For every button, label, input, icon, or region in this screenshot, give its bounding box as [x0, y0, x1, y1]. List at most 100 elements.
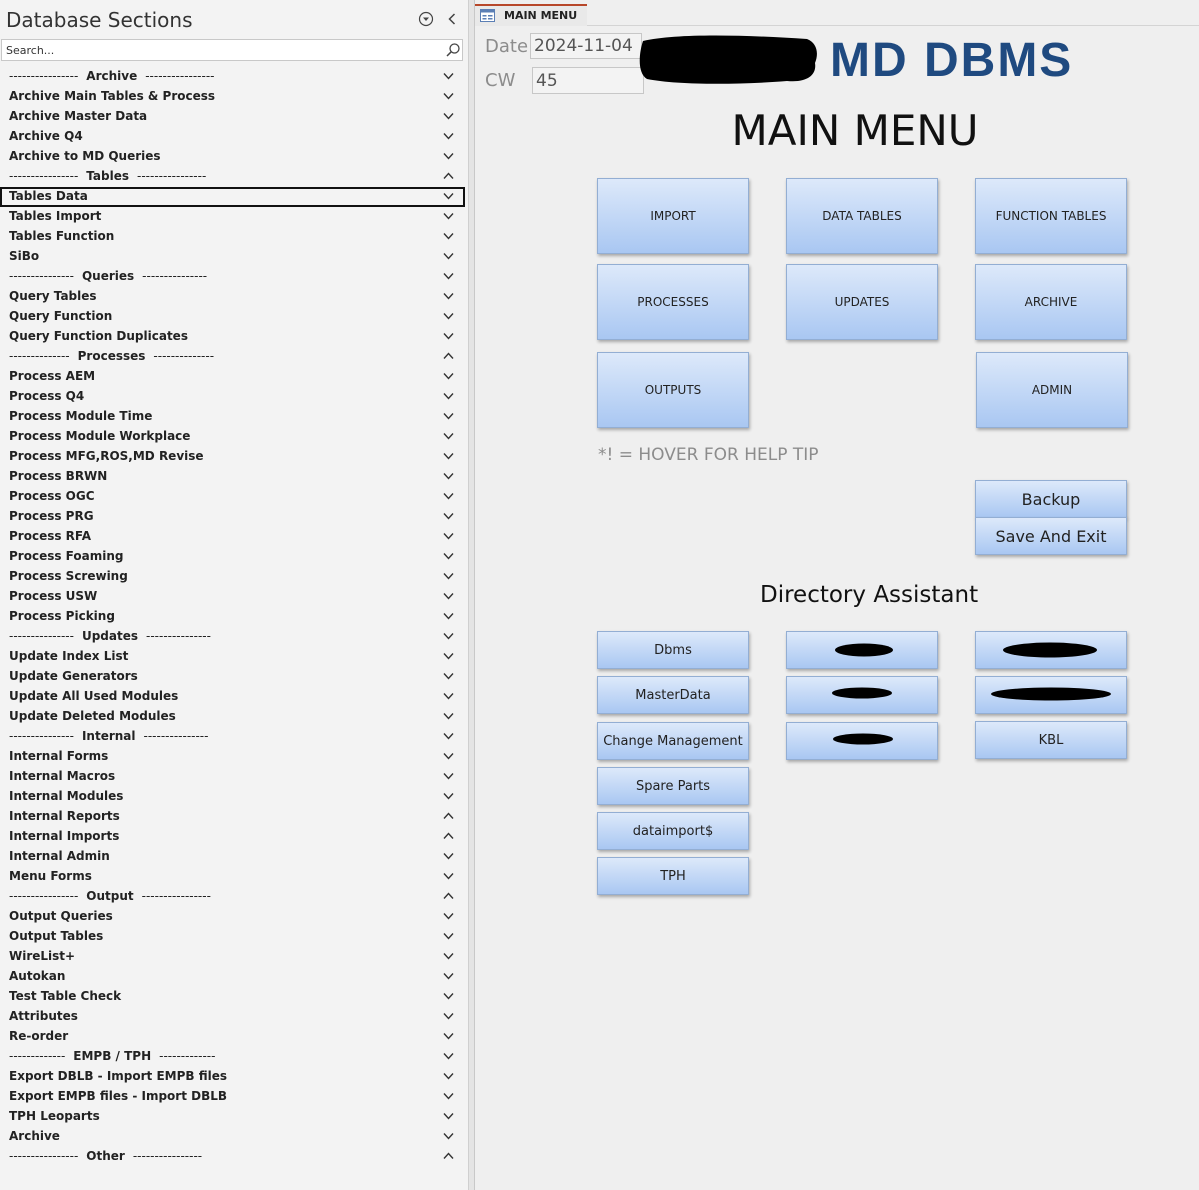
nav-group-item[interactable]: Internal Reports — [0, 807, 466, 827]
nav-group-item[interactable]: Process Module Workplace — [0, 427, 466, 447]
change-management-folder-button[interactable]: Change Management — [597, 722, 749, 760]
nav-group-item[interactable]: Archive Main Tables & Process — [0, 87, 466, 107]
chevron-down-icon[interactable] — [443, 912, 454, 920]
nav-group-item[interactable]: Export EMPB files - Import DBLB — [0, 1087, 466, 1107]
dataimport-folder-button[interactable]: dataimport$ — [597, 812, 749, 850]
chevron-down-icon[interactable] — [443, 512, 454, 520]
chevron-down-icon[interactable] — [443, 632, 454, 640]
nav-group-item[interactable]: Query Function — [0, 307, 466, 327]
chevron-down-icon[interactable] — [443, 152, 454, 160]
nav-group-item[interactable]: Attributes — [0, 1007, 466, 1027]
import-button[interactable]: IMPORT — [597, 178, 749, 254]
chevron-down-icon[interactable] — [443, 732, 454, 740]
chevron-down-icon[interactable] — [443, 412, 454, 420]
chevron-up-icon[interactable] — [443, 892, 454, 900]
nav-group-item[interactable]: Archive Master Data — [0, 107, 466, 127]
nav-group-item[interactable]: Process OGC — [0, 487, 466, 507]
kbl-folder-button[interactable]: KBL — [975, 721, 1127, 759]
nav-group-item[interactable]: Process Picking — [0, 607, 466, 627]
nav-group-separator[interactable]: ---------------- Output ---------------- — [0, 887, 466, 907]
nav-group-item[interactable]: Update Index List — [0, 647, 466, 667]
nav-group-item[interactable]: Autokan — [0, 967, 466, 987]
redacted-folder-button[interactable] — [786, 631, 938, 669]
nav-group-item[interactable]: Process MFG,ROS,MD Revise — [0, 447, 466, 467]
chevron-down-icon[interactable] — [443, 272, 454, 280]
nav-group-item[interactable]: Process Foaming — [0, 547, 466, 567]
nav-group-item[interactable]: Output Tables — [0, 927, 466, 947]
nav-group-item[interactable]: Test Table Check — [0, 987, 466, 1007]
nav-group-item[interactable]: Output Queries — [0, 907, 466, 927]
chevron-down-icon[interactable] — [443, 312, 454, 320]
redacted-folder-button[interactable] — [786, 676, 938, 714]
redacted-folder-button[interactable] — [786, 722, 938, 760]
nav-group-item[interactable]: Process USW — [0, 587, 466, 607]
chevron-down-icon[interactable] — [443, 72, 454, 80]
nav-group-item[interactable]: Internal Admin — [0, 847, 466, 867]
tph-folder-button[interactable]: TPH — [597, 857, 749, 895]
chevron-down-icon[interactable] — [443, 1112, 454, 1120]
nav-group-item[interactable]: Query Function Duplicates — [0, 327, 466, 347]
nav-search-input[interactable] — [6, 42, 436, 58]
chevron-down-icon[interactable] — [443, 592, 454, 600]
nav-group-item[interactable]: Internal Imports — [0, 827, 466, 847]
cw-field[interactable]: 45 — [532, 67, 644, 94]
redacted-folder-button[interactable] — [975, 631, 1127, 669]
nav-group-item[interactable]: Re-order — [0, 1027, 466, 1047]
chevron-down-icon[interactable] — [443, 492, 454, 500]
chevron-down-icon[interactable] — [443, 552, 454, 560]
spare-parts-folder-button[interactable]: Spare Parts — [597, 767, 749, 805]
nav-group-separator[interactable]: --------------- Updates --------------- — [0, 627, 466, 647]
nav-group-separator[interactable]: --------------- Queries --------------- — [0, 267, 466, 287]
backup-button[interactable]: Backup — [975, 480, 1127, 518]
chevron-down-icon[interactable] — [443, 472, 454, 480]
nav-group-item[interactable]: Tables Function — [0, 227, 466, 247]
save-and-exit-button[interactable]: Save And Exit — [975, 517, 1127, 555]
nav-group-item[interactable]: Archive to MD Queries — [0, 147, 466, 167]
nav-group-item[interactable]: Update All Used Modules — [0, 687, 466, 707]
chevron-down-icon[interactable] — [443, 1032, 454, 1040]
chevron-down-icon[interactable] — [443, 1012, 454, 1020]
chevron-down-icon[interactable] — [443, 1072, 454, 1080]
chevron-down-icon[interactable] — [443, 192, 454, 200]
nav-group-item[interactable]: Update Deleted Modules — [0, 707, 466, 727]
chevron-down-icon[interactable] — [443, 952, 454, 960]
chevron-down-icon[interactable] — [443, 692, 454, 700]
nav-group-item[interactable]: Archive Q4 — [0, 127, 466, 147]
chevron-down-icon[interactable] — [443, 392, 454, 400]
chevron-down-icon[interactable] — [443, 652, 454, 660]
nav-group-item[interactable]: Menu Forms — [0, 867, 466, 887]
nav-group-separator[interactable]: -------------- Processes -------------- — [0, 347, 466, 367]
chevron-down-icon[interactable] — [443, 212, 454, 220]
admin-button[interactable]: ADMIN — [976, 352, 1128, 428]
chevron-down-icon[interactable] — [443, 712, 454, 720]
redacted-folder-button[interactable] — [975, 676, 1127, 714]
chevron-down-icon[interactable] — [443, 292, 454, 300]
chevron-down-icon[interactable] — [443, 332, 454, 340]
processes-button[interactable]: PROCESSES — [597, 264, 749, 340]
chevron-up-icon[interactable] — [443, 352, 454, 360]
nav-group-item[interactable]: Process Screwing — [0, 567, 466, 587]
nav-group-item[interactable]: Query Tables — [0, 287, 466, 307]
chevron-down-icon[interactable] — [443, 872, 454, 880]
nav-group-separator[interactable]: ---------------- Other ---------------- — [0, 1147, 466, 1167]
chevron-down-icon[interactable] — [443, 112, 454, 120]
nav-group-item[interactable]: Process Module Time — [0, 407, 466, 427]
chevron-down-icon[interactable] — [443, 672, 454, 680]
nav-group-item[interactable]: Process Q4 — [0, 387, 466, 407]
nav-group-separator[interactable]: ---------------- Archive ---------------- — [0, 67, 466, 87]
chevron-down-icon[interactable] — [443, 752, 454, 760]
chevron-up-icon[interactable] — [443, 172, 454, 180]
nav-group-item[interactable]: Internal Macros — [0, 767, 466, 787]
nav-group-item[interactable]: Update Generators — [0, 667, 466, 687]
dbms-folder-button[interactable]: Dbms — [597, 631, 749, 669]
nav-group-item[interactable]: Export DBLB - Import EMPB files — [0, 1067, 466, 1087]
nav-group-item[interactable]: Internal Modules — [0, 787, 466, 807]
chevron-down-icon[interactable] — [443, 612, 454, 620]
outputs-button[interactable]: OUTPUTS — [597, 352, 749, 428]
chevron-up-icon[interactable] — [443, 1152, 454, 1160]
nav-group-item[interactable]: Process AEM — [0, 367, 466, 387]
chevron-down-icon[interactable] — [443, 572, 454, 580]
chevron-down-icon[interactable] — [443, 232, 454, 240]
archive-button[interactable]: ARCHIVE — [975, 264, 1127, 340]
chevron-down-icon[interactable] — [443, 1052, 454, 1060]
